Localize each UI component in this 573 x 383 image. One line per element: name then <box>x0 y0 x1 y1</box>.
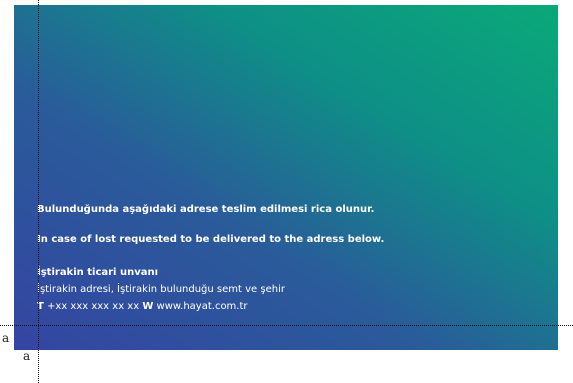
web-prefix: W <box>142 301 154 312</box>
canvas: Bulunduğunda aşağıdaki adrese teslim edi… <box>0 0 573 383</box>
company-name: İştirakin ticari unvanı <box>37 267 159 278</box>
english-return-notice: In case of lost requested to be delivere… <box>37 234 385 245</box>
vertical-guide-label: a <box>23 349 31 363</box>
company-address: İştirakin adresi, İştirakin bulunduğu se… <box>37 284 285 295</box>
website-url: www.hayat.com.tr <box>156 301 248 312</box>
card-text-block: Bulunduğunda aşağıdaki adrese teslim edi… <box>37 203 384 313</box>
turkish-return-notice: Bulunduğunda aşağıdaki adrese teslim edi… <box>37 204 375 215</box>
horizontal-guide-line <box>0 325 573 326</box>
contact-line: T +xx xxx xxx xx xx W www.hayat.com.tr <box>37 300 384 313</box>
horizontal-guide-label: a <box>2 331 10 345</box>
return-address-card: Bulunduğunda aşağıdaki adrese teslim edi… <box>14 5 558 350</box>
phone-number: +xx xxx xxx xx xx <box>47 301 140 312</box>
